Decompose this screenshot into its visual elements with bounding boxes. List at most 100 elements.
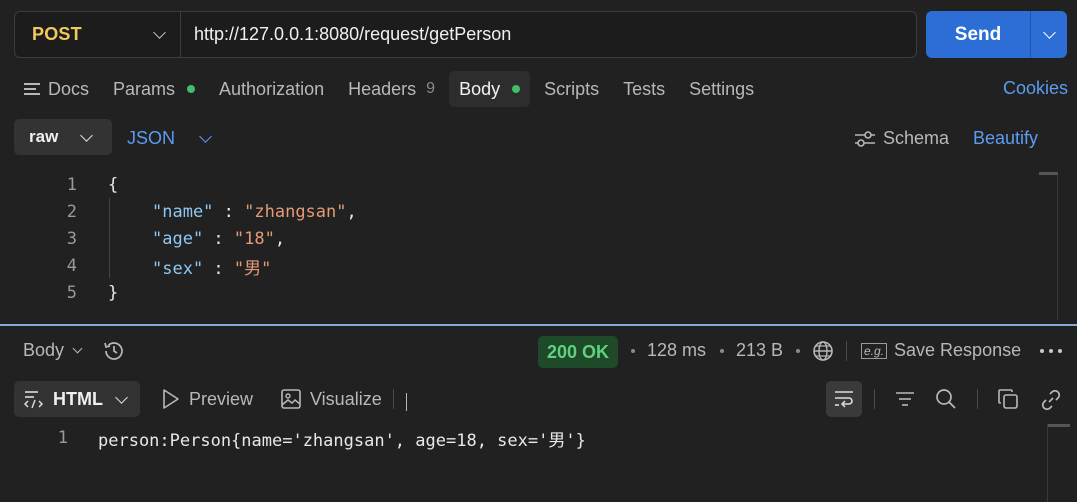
json-value: "男" [233,258,272,279]
send-button[interactable]: Send [926,11,1031,58]
more-options-icon[interactable] [1040,349,1062,353]
visualize-label: Visualize [310,388,382,409]
chevron-down-icon [115,390,128,404]
response-text: person:Person{name='zhangsan', age=18, s… [98,430,586,451]
editor-line: 1 { [0,172,119,198]
docs-icon [24,82,40,96]
tab-headers-label: Headers [348,78,417,99]
tab-body[interactable]: Body [449,71,531,107]
tab-body-label: Body [459,78,501,99]
indent-guide [109,198,110,278]
method-label: POST [32,24,82,44]
editor-scrollbar-track[interactable] [1057,172,1058,320]
schema-button[interactable]: Schema [853,128,949,149]
json-comma: , [274,229,286,249]
body-indicator-dot [512,85,521,93]
tab-tests-label: Tests [623,78,666,99]
tab-settings[interactable]: Settings [679,71,764,107]
beautify-button[interactable]: Beautify [973,128,1038,149]
tab-authorization[interactable]: Authorization [209,71,334,107]
code-format-icon [24,391,44,409]
tab-docs[interactable]: Docs [14,71,99,107]
cookies-link[interactable]: Cookies [1003,78,1068,99]
request-tabs: Docs Params Authorization Headers 9 Body… [14,71,768,107]
method-select[interactable]: POST [15,12,181,57]
response-format-select[interactable]: HTML [14,381,140,417]
code-text: "sex" : "男" [152,254,271,279]
url-input[interactable]: http://127.0.0.1:8080/request/getPerson [181,24,511,45]
tab-tests[interactable]: Tests [613,71,675,107]
wrap-lines-icon [835,391,853,408]
pane-resize-divider[interactable] [0,324,1077,326]
request-body-editor[interactable]: 1 { 2 "name" : "zhangsan", 3 "age" : "18… [0,168,1077,324]
copy-icon[interactable] [997,388,1019,410]
chevron-down-icon [199,130,212,143]
code-text: "name" : "zhangsan", [152,202,357,222]
editor-scrollbar-thumb[interactable] [1039,172,1058,175]
divider [393,389,394,409]
wrap-lines-button[interactable] [826,381,862,417]
response-section-label: Body [23,340,65,360]
tab-params[interactable]: Params [103,71,205,107]
tab-authorization-label: Authorization [219,78,325,99]
editor-line: 5 } [0,280,119,306]
code-text: "age" : "18", [152,229,285,249]
save-response-label: Save Response [894,340,1022,360]
separator-dot [796,349,800,353]
json-value: "zhangsan" [244,202,347,222]
visualize-options-button[interactable] [406,393,407,411]
globe-icon[interactable] [812,340,834,362]
filter-icon[interactable] [894,388,916,410]
link-icon[interactable] [1039,388,1063,412]
tab-headers[interactable]: Headers 9 [338,71,445,107]
send-button-group: Send [926,11,1067,58]
response-size: 213 B [736,340,784,360]
preview-button[interactable]: Preview [161,388,253,410]
json-separator: : [213,202,245,222]
code-text: { [108,175,119,195]
url-bar: POST http://127.0.0.1:8080/request/getPe… [14,11,917,58]
preview-label: Preview [189,388,254,409]
save-response-button[interactable]: e.g. Save Response [861,340,1021,361]
chevron-down-icon [1042,26,1056,39]
status-badge: 200 OK [538,336,619,368]
line-number: 5 [66,283,77,303]
example-icon: e.g. [861,342,888,359]
json-key: "sex" [152,258,204,279]
editor-line: 2 "name" : "zhangsan", [0,199,357,225]
json-comma: , [346,202,357,222]
separator-dot [631,349,635,353]
search-icon[interactable] [934,388,958,410]
response-scrollbar-track[interactable] [1047,424,1048,502]
chevron-down-icon [72,343,83,354]
schema-label: Schema [883,128,950,148]
code-text: } [108,283,119,303]
separator-dot [720,349,724,353]
tab-scripts[interactable]: Scripts [534,71,609,107]
json-value: "18" [233,229,275,249]
line-number: 3 [66,229,77,249]
json-separator: : [203,229,234,249]
line-number: 1 [57,428,68,448]
response-format-label: HTML [53,388,103,409]
schema-icon [855,130,875,147]
body-mode-label: raw [29,127,59,146]
send-options-button[interactable] [1031,11,1067,58]
visualize-button[interactable]: Visualize [280,388,382,410]
tab-scripts-label: Scripts [544,78,600,99]
response-section-select[interactable]: Body [23,340,83,361]
tab-settings-label: Settings [689,78,755,99]
body-mode-select[interactable]: raw [14,119,112,155]
body-format-select[interactable]: JSON [127,128,212,149]
play-icon [163,389,179,409]
history-icon[interactable] [102,339,126,363]
chevron-down-icon [406,393,407,411]
line-number: 2 [66,202,77,222]
body-format-label: JSON [127,128,176,148]
response-scrollbar-thumb[interactable] [1048,424,1070,427]
divider [977,389,978,409]
divider [874,389,875,409]
tab-docs-label: Docs [48,78,90,99]
response-line: 1 person:Person{name='zhangsan', age=18,… [0,426,586,451]
json-key: "name" [152,202,214,222]
